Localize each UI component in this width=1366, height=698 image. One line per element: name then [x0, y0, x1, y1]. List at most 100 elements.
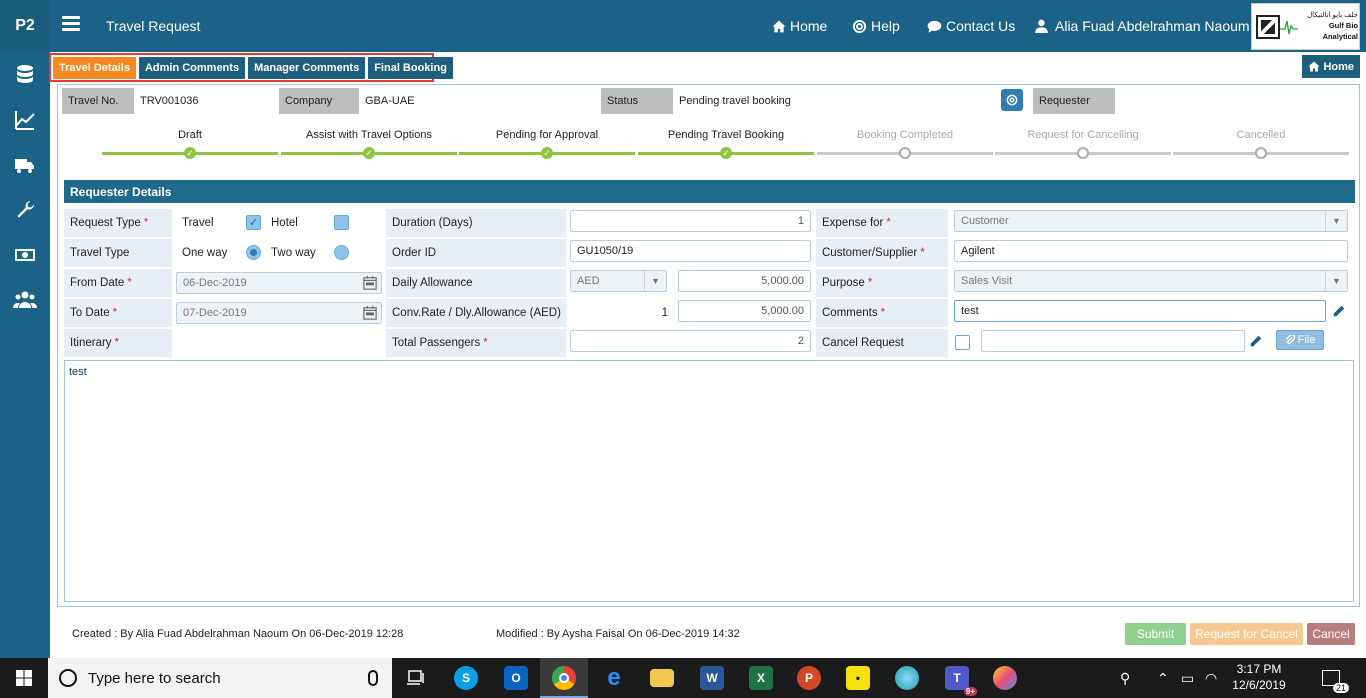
tab-final-booking[interactable]: Final Booking: [368, 56, 453, 79]
comments-input[interactable]: test: [954, 300, 1326, 322]
step-label: Pending Travel Booking: [667, 129, 785, 141]
lifebuoy-icon: [852, 19, 867, 33]
nav-contact-label: Contact Us: [946, 18, 1016, 34]
tab-travel-details[interactable]: Travel Details: [53, 56, 136, 79]
travel-no-value: TRV001036: [140, 95, 199, 107]
powerpoint-icon[interactable]: P: [785, 658, 833, 698]
tab-manager-comments[interactable]: Manager Comments: [248, 56, 366, 79]
step-label: Pending for Approval: [495, 129, 599, 141]
to-date-label: To Date *: [64, 299, 172, 327]
comments-label: Comments *: [816, 299, 948, 327]
two-way-radio[interactable]: [334, 245, 349, 260]
expense-for-select[interactable]: Customer ▼: [954, 210, 1348, 232]
skype-icon[interactable]: S: [442, 658, 490, 698]
calendar-icon[interactable]: [360, 303, 380, 323]
wrench-icon[interactable]: [0, 187, 50, 232]
status-settings-button[interactable]: [1001, 89, 1023, 111]
itinerary-textarea[interactable]: test: [64, 360, 1354, 602]
customer-input[interactable]: Agilent: [954, 240, 1348, 262]
empty-circle-icon: [1077, 147, 1089, 159]
order-id-input[interactable]: GU1050/19: [570, 240, 811, 262]
excel-icon[interactable]: X: [737, 658, 785, 698]
users-icon[interactable]: [0, 277, 50, 322]
two-way-label: Two way: [271, 247, 316, 259]
daily-allowance-input[interactable]: 5,000.00: [678, 270, 811, 292]
task-view-icon[interactable]: [392, 658, 440, 698]
pulse-icon: [1280, 20, 1298, 34]
submit-button[interactable]: Submit: [1125, 623, 1186, 645]
battery-icon[interactable]: ▭: [1181, 658, 1194, 698]
app-brand[interactable]: P2: [0, 0, 50, 52]
empty-circle-icon: [1255, 147, 1267, 159]
nav-home[interactable]: Home: [772, 18, 827, 34]
edge-icon[interactable]: e: [590, 658, 638, 698]
total-passengers-label: Total Passengers *: [386, 329, 566, 357]
nav-help[interactable]: Help: [852, 18, 900, 34]
conv-allowance-input[interactable]: 5,000.00: [678, 300, 811, 322]
sticky-notes-icon[interactable]: ▪: [834, 658, 882, 698]
wifi-icon[interactable]: ◠: [1205, 658, 1217, 698]
logo-english-text: Gulf Bio Analytical: [1322, 20, 1358, 41]
clock-date: 12/6/2019: [1232, 678, 1286, 692]
outlook-icon[interactable]: O: [492, 658, 540, 698]
one-way-radio[interactable]: [246, 245, 261, 260]
database-icon[interactable]: [0, 52, 50, 97]
notification-icon[interactable]: 21: [1322, 658, 1349, 698]
request-cancel-button[interactable]: Request for Cancel: [1190, 623, 1303, 645]
file-button[interactable]: File: [1276, 330, 1324, 350]
home-button[interactable]: Home: [1302, 55, 1360, 78]
money-icon[interactable]: [0, 232, 50, 277]
one-way-label: One way: [182, 247, 228, 259]
word-icon[interactable]: W: [688, 658, 736, 698]
from-date-input[interactable]: 06-Dec-2019: [176, 272, 382, 294]
user-menu[interactable]: Alia Fuad Abdelrahman Naoum: [1035, 18, 1250, 34]
logo-mark: [1256, 14, 1280, 39]
nav-contact[interactable]: Contact Us: [927, 18, 1015, 34]
hotel-checkbox[interactable]: [334, 215, 349, 230]
customer-label: Customer/Supplier *: [816, 239, 948, 267]
menu-icon[interactable]: [62, 16, 80, 32]
duration-input[interactable]: 1: [570, 210, 811, 232]
truck-icon[interactable]: [0, 142, 50, 187]
cancel-request-checkbox[interactable]: [955, 335, 970, 350]
purpose-label: Purpose *: [816, 269, 948, 297]
check-icon: ✓: [184, 147, 196, 159]
cancel-request-input[interactable]: [981, 330, 1245, 352]
chat-icon: [927, 20, 942, 33]
purpose-select[interactable]: Sales Visit ▼: [954, 270, 1348, 292]
calendar-icon[interactable]: [360, 273, 380, 293]
globe-app-icon[interactable]: [883, 658, 931, 698]
line-chart-icon[interactable]: [0, 97, 50, 142]
travel-checkbox[interactable]: ✓: [246, 215, 261, 230]
pencil-icon[interactable]: [1247, 332, 1265, 350]
info-bar: Travel No. TRV001036 Company GBA-UAE Sta…: [62, 88, 1356, 114]
cancel-button[interactable]: Cancel: [1307, 623, 1355, 645]
itinerary-label: Itinerary *: [64, 329, 172, 357]
step-label: Cancelled: [1236, 129, 1286, 141]
tab-admin-comments[interactable]: Admin Comments: [138, 56, 246, 79]
to-date-input[interactable]: 07-Dec-2019: [176, 302, 382, 324]
conv-rate-value: 1: [661, 307, 668, 319]
windows-start-icon[interactable]: [0, 658, 48, 698]
currency-select[interactable]: AED ▼: [570, 270, 667, 292]
step-draft: Draft ✓: [102, 129, 278, 159]
chevron-up-icon[interactable]: ⌃: [1157, 658, 1169, 698]
step-label: Draft: [178, 129, 202, 141]
notification-count: 21: [1332, 683, 1349, 693]
chrome-icon[interactable]: [540, 658, 588, 698]
expense-for-label: Expense for *: [816, 209, 948, 237]
system-clock[interactable]: 3:17 PM 12/6/2019: [1229, 661, 1289, 693]
gear-icon: [1006, 94, 1018, 106]
hotel-option-label: Hotel: [271, 217, 298, 229]
file-button-label: File: [1297, 334, 1316, 346]
paint-icon[interactable]: [981, 658, 1029, 698]
pencil-icon[interactable]: [1330, 302, 1348, 320]
people-icon[interactable]: ⚲: [1120, 658, 1130, 698]
total-passengers-input[interactable]: 2: [570, 330, 811, 352]
taskbar-search-input[interactable]: Type here to search: [48, 658, 392, 698]
nav-help-label: Help: [871, 18, 900, 34]
travel-request-panel: Travel No. TRV001036 Company GBA-UAE Sta…: [57, 84, 1360, 607]
file-explorer-icon[interactable]: [638, 658, 686, 698]
microphone-icon[interactable]: [368, 670, 378, 686]
teams-icon[interactable]: T 9+: [933, 658, 981, 698]
